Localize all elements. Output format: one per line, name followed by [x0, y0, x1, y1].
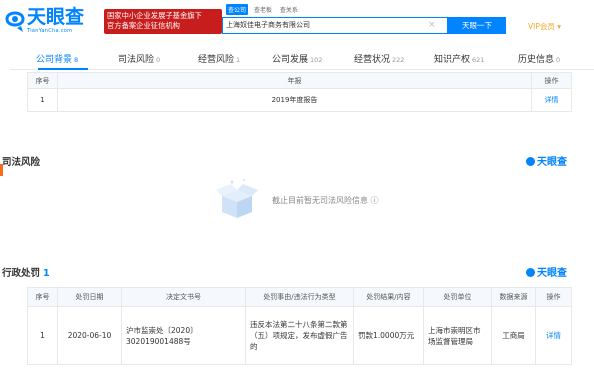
table-header-row: 序号 处罚日期 决定文书号 处罚事由/违法行为类型 处罚结果/内容 处罚单位 数…	[27, 287, 572, 307]
brand-eye-icon	[526, 268, 535, 277]
logo-icon	[5, 11, 25, 32]
empty-box-icon	[216, 179, 258, 218]
col-action: 操作	[535, 287, 572, 307]
col-result: 处罚结果/内容	[353, 287, 424, 307]
search-type-tabs: 查公司 查老板 查关系	[226, 4, 302, 16]
top-header: 天眼查 TianYanCha.com 国家中小企业发展子基金旗下 官方备案企业征…	[0, 0, 594, 44]
tab-count: 0	[556, 56, 561, 64]
section-title-text: 行政处罚	[2, 268, 41, 279]
tab-company-development[interactable]: 公司发展 102	[272, 52, 322, 65]
detail-link[interactable]: 详情	[535, 306, 572, 365]
tab-company-background[interactable]: 公司背景 8	[36, 52, 78, 65]
cell-result: 罚款1.0000万元	[353, 306, 424, 365]
penalty-title: 行政处罚 1	[2, 265, 50, 279]
tab-count: 621	[472, 56, 485, 64]
col-index: 序号	[27, 287, 58, 307]
empty-state-text: 截止目前暂无司法风险信息 ⓘ	[272, 196, 379, 205]
tab-label: 知识产权	[434, 55, 471, 65]
vip-member-link[interactable]: VIP会员 ▾	[528, 21, 561, 32]
detail-link[interactable]: 详情	[531, 88, 572, 112]
col-reason: 处罚事由/违法行为类型	[245, 287, 354, 307]
brand-watermark: 天眼查	[526, 153, 567, 168]
cell-source: 工商局	[491, 306, 536, 365]
search-tab-relation[interactable]: 查关系	[278, 4, 300, 15]
tab-count: 0	[156, 56, 161, 64]
brand-text: 天眼查	[537, 157, 567, 168]
section-title-text: 司法风险	[2, 157, 41, 168]
cell-index: 1	[27, 88, 58, 112]
tab-judicial-risk[interactable]: 司法风险 0	[118, 52, 160, 65]
tab-label: 司法风险	[118, 55, 155, 65]
tab-business-status[interactable]: 经营状况 222	[354, 52, 404, 65]
search-tab-boss[interactable]: 查老板	[252, 4, 274, 15]
company-tabs: 公司背景 8 司法风险 0 经营风险 1 公司发展 102 经营状况 222 知识产权 62…	[10, 48, 594, 70]
col-doc-no: 决定文书号	[121, 287, 246, 307]
tab-label: 公司背景	[36, 55, 73, 65]
table-row: 1 2019年度报告 详情	[27, 88, 572, 112]
table-header-row: 序号 年报 操作	[27, 72, 572, 89]
tab-intellectual-property[interactable]: 知识产权 621	[434, 52, 484, 65]
cell-index: 1	[27, 306, 58, 365]
table-row: 1 2020-06-10 沪市监崇处〔2020〕302019001488号 违反…	[27, 306, 572, 365]
cell-doc-no: 沪市监崇处〔2020〕302019001488号	[121, 306, 246, 365]
tab-label: 公司发展	[272, 55, 309, 65]
tab-count: 1	[236, 56, 241, 64]
tab-count: 8	[74, 56, 79, 64]
tab-count: 222	[392, 56, 405, 64]
annual-report-table: 序号 年报 操作 1 2019年度报告 详情	[27, 72, 572, 112]
brand-watermark: 天眼查	[526, 264, 567, 279]
cell-report: 2019年度报告	[57, 88, 532, 112]
gov-badge: 国家中小企业发展子基金旗下 官方备案企业征信机构	[104, 9, 222, 34]
cell-unit: 上海市崇明区市场监督管理局	[423, 306, 492, 365]
logo[interactable]: 天眼查 TianYanCha.com	[3, 6, 93, 38]
tab-label: 历史信息	[518, 55, 555, 65]
brand-eye-icon	[526, 157, 535, 166]
col-action: 操作	[531, 72, 572, 89]
col-index: 序号	[27, 72, 58, 89]
judicial-risk-title: 司法风险	[2, 154, 40, 168]
tab-label: 经营风险	[198, 55, 235, 65]
cell-date: 2020-06-10	[57, 306, 122, 365]
active-tab-indicator	[38, 68, 88, 70]
cell-reason: 违反本法第二十八条第二款第（五）项规定，发布虚假广告的	[245, 306, 354, 365]
search-button[interactable]: 天眼一下	[448, 17, 506, 34]
tab-count: 102	[310, 56, 323, 64]
gov-badge-line2: 官方备案企业征信机构	[107, 21, 180, 30]
logo-text: 天眼查	[27, 6, 85, 28]
tab-business-risk[interactable]: 经营风险 1	[198, 52, 240, 65]
penalty-count: 1	[43, 268, 50, 279]
tab-history[interactable]: 历史信息 0	[518, 52, 560, 65]
brand-text: 天眼查	[537, 268, 567, 279]
col-report: 年报	[57, 72, 532, 89]
search-tab-company[interactable]: 查公司	[226, 4, 249, 15]
logo-subtext: TianYanCha.com	[27, 28, 73, 34]
tab-label: 经营状况	[354, 55, 391, 65]
col-date: 处罚日期	[57, 287, 122, 307]
penalty-table: 序号 处罚日期 决定文书号 处罚事由/违法行为类型 处罚结果/内容 处罚单位 数…	[27, 287, 572, 365]
search-box: 上海奴佳电子商务有限公司 ×	[222, 17, 448, 34]
gov-badge-line1: 国家中小企业发展子基金旗下	[107, 11, 202, 20]
search-input[interactable]: 上海奴佳电子商务有限公司	[226, 18, 416, 33]
col-unit: 处罚单位	[423, 287, 492, 307]
col-source: 数据来源	[491, 287, 536, 307]
clear-icon[interactable]: ×	[428, 19, 436, 32]
